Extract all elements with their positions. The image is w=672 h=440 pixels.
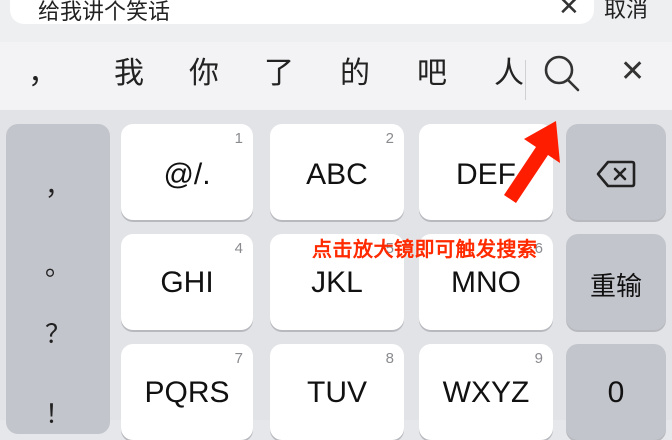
close-icon[interactable]: ✕ bbox=[558, 0, 580, 22]
key-number: 2 bbox=[385, 130, 394, 147]
key-number: 4 bbox=[234, 240, 243, 257]
key-number: 1 bbox=[234, 130, 243, 147]
key-7[interactable]: 7 PQRS bbox=[121, 344, 253, 440]
key-label: 0 bbox=[607, 376, 625, 409]
key-label: WXYZ bbox=[442, 376, 530, 409]
punctuation-key[interactable]: ？ bbox=[6, 314, 110, 351]
reenter-button[interactable]: 重输 bbox=[566, 234, 666, 330]
key-label: GHI bbox=[160, 266, 214, 299]
candidate-item[interactable]: ， bbox=[28, 56, 58, 92]
candidate-item[interactable]: 我 bbox=[114, 56, 144, 92]
key-number: 8 bbox=[385, 350, 394, 367]
key-label: JKL bbox=[311, 266, 363, 299]
key-label: PQRS bbox=[144, 376, 230, 409]
divider bbox=[525, 60, 526, 100]
search-query-text: 给我讲个笑话 bbox=[38, 0, 171, 25]
key-number: 9 bbox=[534, 350, 543, 367]
backspace-button[interactable] bbox=[566, 124, 666, 220]
keyboard: ， 。 ？ ！ 1 @/. 2 ABC 3 DEF 4 GHI 5 JKL 6 … bbox=[0, 110, 672, 440]
search-icon[interactable] bbox=[542, 52, 582, 98]
key-label: MNO bbox=[451, 266, 521, 299]
annotation-arrow-icon bbox=[504, 121, 560, 203]
cancel-button[interactable]: 取消 bbox=[604, 0, 648, 24]
close-icon[interactable]: ✕ bbox=[620, 54, 645, 89]
key-label: ABC bbox=[306, 158, 368, 191]
candidate-item[interactable]: 你 bbox=[189, 56, 219, 92]
search-input[interactable]: 给我讲个笑话 ✕ bbox=[10, 0, 594, 25]
key-label: 重输 bbox=[589, 272, 642, 302]
search-bar: 给我讲个笑话 ✕ 取消 bbox=[0, 0, 672, 42]
key-4[interactable]: 4 GHI bbox=[121, 234, 253, 330]
annotation-text: 点击放大镜即可触发搜索 bbox=[312, 237, 538, 261]
key-number: 7 bbox=[234, 350, 243, 367]
punctuation-key[interactable]: 。 bbox=[6, 246, 110, 283]
backspace-icon bbox=[596, 160, 636, 188]
key-1[interactable]: 1 @/. bbox=[121, 124, 253, 220]
key-8[interactable]: 8 TUV bbox=[270, 344, 404, 440]
key-9[interactable]: 9 WXYZ bbox=[419, 344, 553, 440]
candidate-item[interactable]: 吧 bbox=[417, 56, 447, 92]
candidate-item[interactable]: 的 bbox=[340, 56, 370, 92]
key-0[interactable]: 0 bbox=[566, 344, 666, 440]
punctuation-key[interactable]: ！ bbox=[6, 394, 110, 431]
key-2[interactable]: 2 ABC bbox=[270, 124, 404, 220]
candidate-item[interactable]: 人 bbox=[494, 56, 524, 92]
punctuation-column[interactable]: ， 。 ？ ！ bbox=[6, 124, 110, 434]
key-label: @/. bbox=[163, 158, 211, 191]
candidate-item[interactable]: 了 bbox=[264, 56, 294, 92]
key-label: TUV bbox=[307, 376, 367, 409]
punctuation-key[interactable]: ， bbox=[6, 166, 110, 203]
